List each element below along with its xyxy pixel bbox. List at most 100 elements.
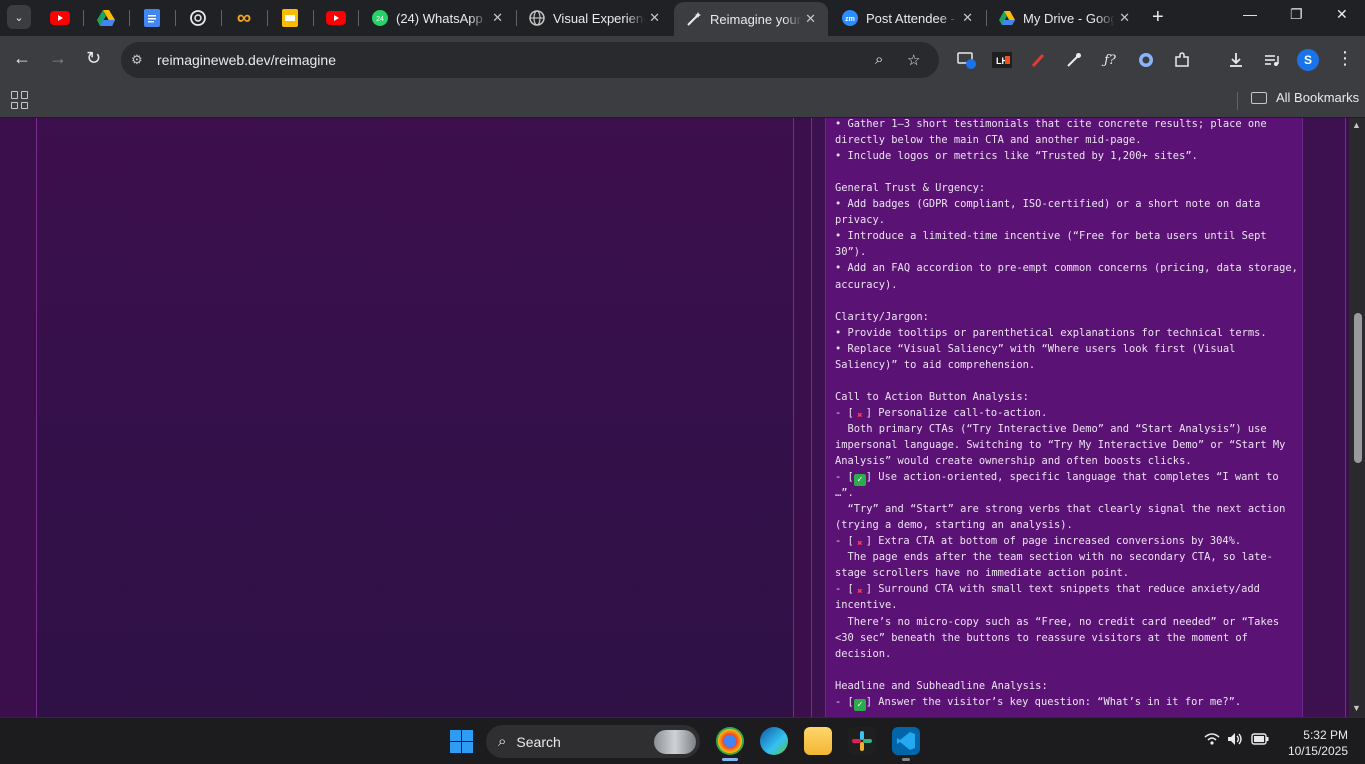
report-line-text: incentive. (835, 599, 898, 612)
checklist-prefix: - [ (835, 406, 854, 419)
report-line-text: • Gather 1–3 short testimonials that cit… (835, 118, 1267, 131)
report-line: Analysis” would create ownership and oft… (835, 453, 1305, 469)
report-line: accuracy). (835, 277, 1305, 293)
new-tab-button[interactable]: + (1152, 6, 1164, 29)
font-inspector-extension-icon[interactable]: ƒ? (1100, 50, 1120, 70)
scroll-up-arrow-icon[interactable]: ▲ (1352, 120, 1361, 130)
eyedropper-extension-icon[interactable] (1064, 50, 1084, 70)
scrollbar-thumb[interactable] (1354, 313, 1362, 463)
minimize-button[interactable]: — (1243, 6, 1257, 22)
report-line: 30”). (835, 244, 1305, 260)
reload-button[interactable]: ↻ (86, 48, 101, 69)
report-line: stage scrollers have no immediate action… (835, 565, 1305, 581)
downloads-icon[interactable] (1226, 50, 1246, 70)
close-icon[interactable]: ✕ (962, 10, 973, 26)
close-icon[interactable]: ✕ (492, 10, 503, 26)
svg-text:zm: zm (845, 16, 855, 23)
zoom-icon: zm (842, 10, 858, 26)
close-icon[interactable]: ✕ (1119, 10, 1130, 26)
wifi-icon[interactable] (1204, 732, 1220, 749)
forward-button[interactable]: → (49, 48, 67, 69)
all-bookmarks-label: All Bookmarks (1276, 90, 1360, 105)
battery-icon[interactable] (1251, 732, 1269, 748)
report-line-text: ] Use action-oriented, specific language… (865, 471, 1279, 484)
report-line-text: • Include logos or metrics like “Trusted… (835, 150, 1198, 163)
clock-date: 10/15/2025 (1287, 744, 1348, 758)
checklist-prefix: - [ (835, 583, 854, 596)
report-line-text: • Add badges (GDPR compliant, ISO-certif… (835, 198, 1261, 211)
report-line-text: Clarity/Jargon: (835, 310, 929, 323)
google-drive-icon (97, 10, 115, 26)
more-menu-icon[interactable]: ⋮ (1336, 48, 1354, 69)
taskbar-search-box[interactable]: ⌕ Search (486, 725, 700, 758)
search-icon: ⌕ (498, 733, 507, 750)
report-line: • Add an FAQ accordion to pre-empt commo… (835, 260, 1305, 276)
pinned-tab-google-drive[interactable] (95, 7, 117, 29)
pinned-tab-infinity[interactable]: ∞ (233, 7, 255, 29)
taskbar-clock[interactable]: 5:32 PM 10/15/2025 (1282, 727, 1348, 759)
tab-search-button[interactable]: ⌄ (7, 5, 31, 29)
highlighter-extension-icon[interactable] (1028, 50, 1048, 70)
tab-visual-experience[interactable]: Visual Experienc ✕ (517, 3, 672, 33)
report-line-text: Analysis” would create ownership and oft… (835, 455, 1192, 468)
report-line: There’s no micro-copy such as “Free, no … (835, 614, 1305, 630)
report-line-text: ] Extra CTA at bottom of page increased … (865, 535, 1242, 548)
report-line: privacy. (835, 212, 1305, 228)
pinned-tab-youtube-2[interactable] (325, 7, 347, 29)
zoom-magnifier-icon[interactable]: ⌕ (875, 51, 883, 68)
close-window-button[interactable]: ✕ (1336, 6, 1348, 23)
pinned-tab-chatgpt[interactable] (187, 7, 209, 29)
bookmarks-bar: All Bookmarks (0, 84, 1365, 118)
bookmark-star-icon[interactable]: ☆ (907, 51, 920, 69)
pinned-tab-google-docs[interactable] (141, 7, 163, 29)
chrome-taskbar-icon[interactable] (716, 727, 744, 755)
report-line-text: • Introduce a limited-time incentive (“F… (835, 230, 1267, 243)
checklist-prefix: - [ (835, 471, 854, 484)
site-settings-icon[interactable]: ⚙ (131, 52, 149, 68)
report-line: • Provide tooltips or parenthetical expl… (835, 325, 1305, 341)
browser-toolbar: ← → ↻ ⚙ reimagineweb.dev/reimagine ⌕ ☆ L… (0, 36, 1365, 84)
slack-taskbar-icon[interactable] (848, 727, 876, 755)
close-icon[interactable]: ✕ (805, 11, 816, 27)
report-line-text: Headline and Subheadline Analysis: (835, 679, 1048, 692)
profile-avatar[interactable]: S (1297, 49, 1319, 71)
close-icon[interactable]: ✕ (649, 10, 660, 26)
apps-grid-icon[interactable] (11, 91, 29, 109)
taskbar-search-label: Search (516, 733, 561, 750)
report-line: decision. (835, 646, 1305, 662)
edge-taskbar-icon[interactable] (760, 727, 788, 755)
report-line (835, 293, 1305, 309)
tab-groups-extension-icon[interactable] (957, 50, 977, 70)
report-line: Call to Action Button Analysis: (835, 389, 1305, 405)
tab-my-drive[interactable]: My Drive - Goog ✕ (987, 3, 1142, 33)
back-button[interactable]: ← (13, 48, 31, 69)
volume-icon[interactable] (1227, 732, 1243, 749)
tab-whatsapp[interactable]: 24 (24) WhatsApp ✕ (360, 3, 515, 33)
vscode-taskbar-icon[interactable] (892, 727, 920, 755)
extensions-puzzle-icon[interactable] (1172, 50, 1192, 70)
url-text[interactable]: reimagineweb.dev/reimagine (157, 52, 336, 68)
tab-title: My Drive - Goog (1023, 10, 1115, 26)
search-highlight-graphic (654, 730, 696, 754)
tab-separator (358, 10, 359, 26)
windows-start-icon[interactable] (450, 730, 473, 753)
media-controls-icon[interactable] (1262, 50, 1282, 70)
tab-reimagine-active[interactable]: Reimagine your ✕ (674, 2, 828, 36)
youtube-icon (326, 11, 346, 25)
lighthouse-extension-icon[interactable]: LH (992, 50, 1012, 70)
scroll-down-arrow-icon[interactable]: ▼ (1352, 703, 1361, 713)
report-line: • Add badges (GDPR compliant, ISO-certif… (835, 196, 1305, 212)
circle-extension-icon[interactable] (1136, 50, 1156, 70)
address-bar[interactable]: ⚙ reimagineweb.dev/reimagine ⌕ ☆ (121, 42, 939, 78)
tab-separator (221, 10, 222, 26)
pinned-tab-youtube[interactable] (49, 7, 71, 29)
report-line: (trying a demo, starting an analysis). (835, 517, 1305, 533)
tab-post-attendee[interactable]: zm Post Attendee - ✕ (830, 3, 985, 33)
report-line: • Gather 1–3 short testimonials that cit… (835, 118, 1305, 132)
file-explorer-taskbar-icon[interactable] (804, 727, 832, 755)
maximize-button[interactable]: ❐ (1290, 6, 1303, 23)
report-line: - [✖] Personalize call-to-action. (835, 405, 1305, 421)
all-bookmarks-button[interactable]: All Bookmarks (1251, 90, 1359, 105)
pinned-tab-google-slides[interactable] (279, 7, 301, 29)
analysis-report-box[interactable]: Social Proof:• Gather 1–3 short testimon… (825, 118, 1303, 717)
